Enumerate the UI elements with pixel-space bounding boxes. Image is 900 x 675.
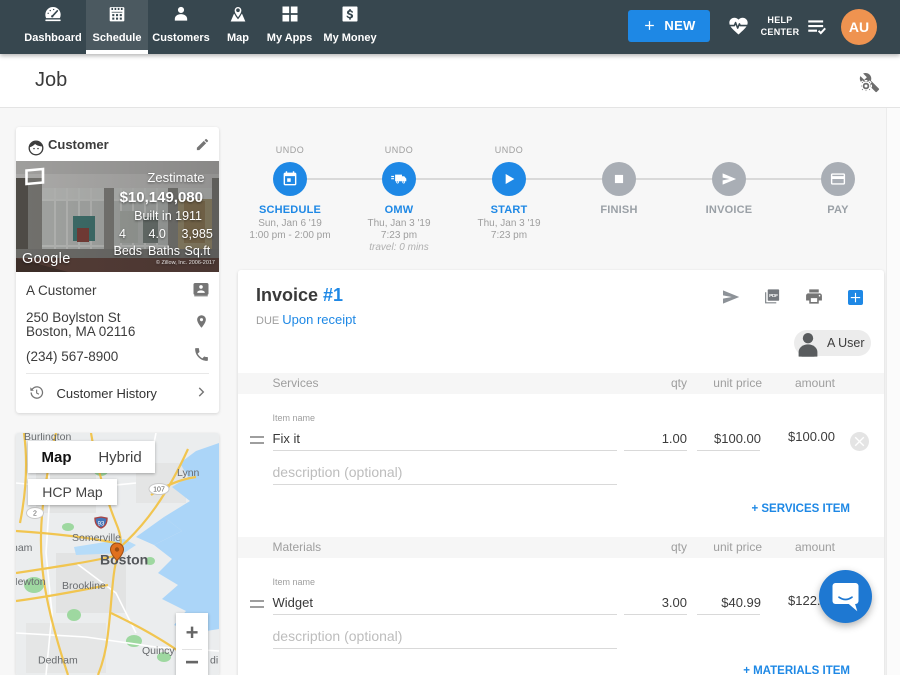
svg-text:2: 2: [33, 511, 37, 518]
svg-text:107: 107: [153, 487, 165, 494]
svg-text:Boston: Boston: [100, 552, 148, 568]
svg-text:Brookline: Brookline: [62, 580, 106, 592]
svg-text:Dedham: Dedham: [38, 655, 78, 667]
svg-text:Lynn: Lynn: [177, 467, 200, 479]
svg-text:Newton: Newton: [16, 576, 46, 588]
svg-text:93: 93: [98, 522, 105, 528]
svg-text:ham: ham: [16, 542, 33, 554]
svg-text:PDF: PDF: [769, 293, 778, 299]
svg-text:Somerville: Somerville: [72, 532, 121, 544]
svg-text:di: di: [210, 655, 218, 667]
svg-text:Quincy: Quincy: [142, 645, 175, 657]
